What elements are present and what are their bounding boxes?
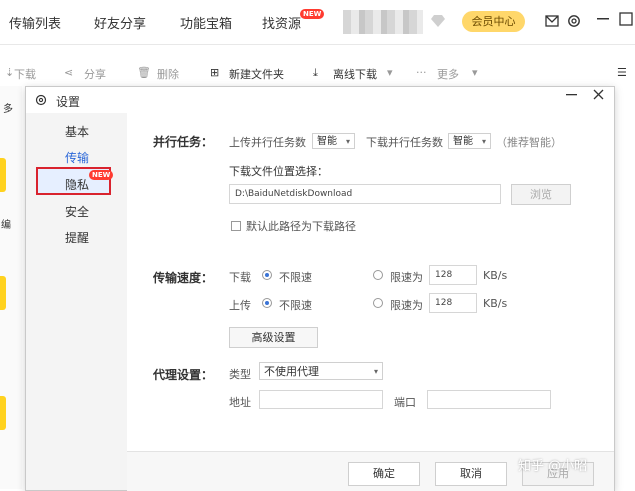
file-toolbar: ⇣ 下载 ⋖ 分享 🗑 删除 ⊞ 新建文件夹 ⤓ 离线下载 ▾ ··· 更多 ▾… — [0, 58, 635, 86]
new-badge: NEW — [300, 9, 325, 19]
download-limit-input[interactable]: 128 — [429, 265, 477, 285]
offline-download-icon: ⤓ — [313, 66, 318, 79]
download-parallel-value: 智能 — [453, 136, 473, 147]
sidebar-item-privacy[interactable]: 隐私 — [65, 176, 166, 193]
dialog-title: 设置 — [56, 95, 81, 109]
strip-text: 编 — [1, 220, 11, 231]
download-speed-unit: KB/s — [483, 269, 508, 282]
sidebar-item-transfer[interactable]: 传输 — [65, 149, 166, 166]
download-icon: ⇣ — [5, 66, 15, 79]
download-speed-label: 下载 — [229, 271, 251, 284]
strip-marker — [0, 158, 6, 192]
top-nav-bar: 传输列表 好友分享 功能宝箱 找资源 NEW 会员中心 — [0, 0, 635, 45]
proxy-type-select[interactable]: 不使用代理 ▾ — [259, 362, 383, 380]
dialog-minimize-icon[interactable] — [566, 94, 577, 97]
proxy-port-label: 端口 — [394, 396, 416, 409]
upload-speed-label: 上传 — [229, 299, 251, 312]
close-icon[interactable] — [593, 89, 604, 100]
download-unlimited-label: 不限速 — [279, 271, 312, 284]
toolbar-more[interactable]: 更多 — [437, 66, 459, 82]
upload-unlimited-label: 不限速 — [279, 299, 312, 312]
minimize-icon[interactable] — [597, 18, 609, 21]
settings-gear-icon — [35, 94, 47, 106]
nav-transfer-list[interactable]: 传输列表 — [9, 13, 61, 32]
upload-limited-label: 限速为 — [390, 299, 423, 312]
upload-unlimited-radio[interactable] — [262, 298, 272, 308]
upload-speed-unit: KB/s — [483, 297, 508, 310]
settings-dialog: 设置 基本 传输 隐私 NEW 安全 提醒 并行任务： 上传并行任务数 智能 ▾… — [25, 86, 615, 491]
maximize-icon[interactable] — [619, 12, 633, 26]
gear-icon[interactable] — [567, 14, 581, 28]
speed-label: 传输速度： — [153, 271, 214, 285]
new-folder-icon: ⊞ — [210, 66, 220, 79]
watermark: 知乎 @小昭 — [518, 459, 588, 474]
settings-sidebar: 基本 传输 隐私 NEW 安全 提醒 — [26, 113, 127, 490]
download-parallel-select[interactable]: 智能 ▾ — [448, 133, 491, 149]
download-parallel-label: 下载并行任务数 — [366, 136, 443, 149]
privacy-new-badge: NEW — [89, 170, 114, 180]
proxy-type-label: 类型 — [229, 368, 251, 381]
advanced-settings-button[interactable]: 高级设置 — [229, 327, 318, 348]
recommend-hint: （推荐智能） — [496, 136, 562, 149]
ok-button[interactable]: 确定 — [348, 462, 420, 486]
toolbar-share[interactable]: 分享 — [84, 66, 106, 82]
sidebar-item-reminder[interactable]: 提醒 — [65, 229, 166, 246]
chevron-down-icon: ▾ — [345, 137, 350, 146]
default-path-label: 默认此路径为下载路径 — [246, 220, 356, 233]
list-view-icon[interactable]: ☰ — [617, 66, 627, 79]
mail-icon[interactable] — [545, 15, 559, 27]
toolbar-download[interactable]: 下载 — [14, 66, 36, 82]
chevron-down-icon: ▾ — [373, 367, 378, 376]
download-path-label: 下载文件位置选择： — [229, 165, 328, 178]
upload-limit-input[interactable]: 128 — [429, 293, 477, 313]
proxy-address-input[interactable] — [259, 390, 383, 409]
download-limited-radio[interactable] — [373, 270, 383, 280]
sidebar-item-basic[interactable]: 基本 — [65, 123, 166, 140]
chevron-down-icon: ▾ — [472, 66, 478, 79]
left-app-strip: 多 编 — [0, 86, 22, 489]
download-unlimited-radio[interactable] — [262, 270, 272, 280]
upload-parallel-select[interactable]: 智能 ▾ — [312, 133, 355, 149]
download-path-input[interactable]: D:\BaiduNetdiskDownload — [229, 184, 501, 204]
strip-marker — [0, 396, 6, 430]
toolbar-new-folder[interactable]: 新建文件夹 — [229, 66, 284, 82]
upload-parallel-value: 智能 — [317, 136, 337, 147]
proxy-address-label: 地址 — [229, 396, 251, 409]
chevron-down-icon: ▾ — [481, 137, 486, 146]
default-path-checkbox[interactable] — [231, 221, 241, 231]
browse-button[interactable]: 浏览 — [511, 184, 571, 205]
cancel-button[interactable]: 取消 — [435, 462, 507, 486]
strip-text: 多 — [3, 104, 13, 115]
proxy-label: 代理设置： — [153, 368, 214, 382]
more-dots-icon: ··· — [416, 66, 427, 79]
trash-icon: 🗑 — [137, 66, 151, 79]
chevron-down-icon: ▾ — [387, 66, 393, 79]
toolbar-offline-download[interactable]: 离线下载 — [333, 66, 377, 82]
parallel-label: 并行任务： — [153, 135, 214, 149]
vip-center-button[interactable]: 会员中心 — [462, 11, 525, 32]
nav-friend-share[interactable]: 好友分享 — [94, 13, 146, 32]
proxy-port-input[interactable] — [427, 390, 551, 409]
nav-find-resources[interactable]: 找资源 — [262, 13, 301, 32]
avatar[interactable] — [343, 10, 423, 34]
strip-marker — [0, 276, 6, 310]
nav-toolbox[interactable]: 功能宝箱 — [180, 13, 232, 32]
download-limited-label: 限速为 — [390, 271, 423, 284]
heart-diamond-icon[interactable] — [430, 14, 446, 28]
share-icon: ⋖ — [64, 66, 74, 79]
upload-limited-radio[interactable] — [373, 298, 383, 308]
sidebar-item-security[interactable]: 安全 — [65, 203, 166, 220]
proxy-type-value: 不使用代理 — [264, 365, 319, 378]
upload-parallel-label: 上传并行任务数 — [229, 136, 306, 149]
toolbar-delete[interactable]: 删除 — [157, 66, 179, 82]
